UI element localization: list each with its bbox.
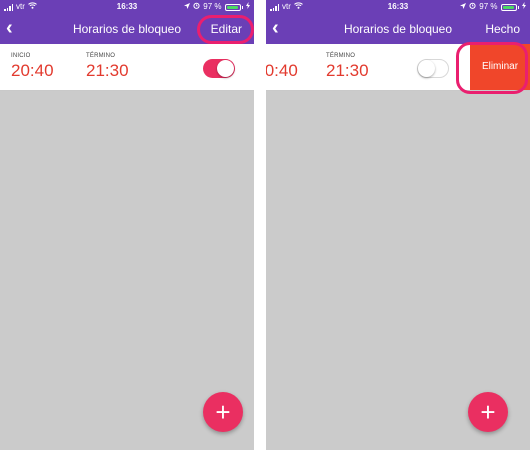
battery-icon — [224, 3, 241, 11]
charging-icon — [246, 0, 250, 14]
nav-bar: ‹ Horarios de bloqueo Hecho — [266, 14, 530, 44]
alarm-icon — [469, 0, 476, 14]
left-screen: vtr 16:33 97 % ‹ Horarios de bloqueo Edi… — [0, 0, 254, 450]
enable-toggle[interactable] — [417, 59, 449, 78]
toggle-knob — [217, 60, 234, 77]
start-time: :0:40 — [266, 61, 298, 80]
schedule-row[interactable]: INICIO 20:40 TÉRMINO 21:30 — [0, 44, 254, 91]
battery-percent: 97 % — [479, 2, 498, 11]
battery-percent: 97 % — [203, 2, 222, 11]
start-label: INICIO — [11, 53, 31, 59]
location-arrow-icon — [460, 0, 467, 14]
status-bar: vtr 16:33 97 % — [0, 0, 254, 14]
delete-button[interactable]: Eliminar — [470, 44, 530, 90]
location-arrow-icon — [184, 0, 191, 14]
status-right: 97 % — [184, 0, 250, 14]
end-label: TÉRMINO — [86, 53, 116, 59]
battery-icon — [500, 3, 517, 11]
enable-toggle[interactable] — [203, 59, 235, 78]
edit-button[interactable]: Editar — [211, 14, 242, 44]
toggle-knob — [418, 60, 435, 77]
nav-bar: ‹ Horarios de bloqueo Editar — [0, 14, 254, 44]
end-time: 21:30 — [86, 61, 129, 80]
start-cell: INICIO 20:40 — [11, 53, 54, 81]
status-right: 97 % — [460, 0, 526, 14]
start-time: 20:40 — [11, 61, 54, 80]
end-label: TÉRMINO — [326, 53, 356, 59]
charging-icon — [522, 0, 526, 14]
right-screen: vtr 16:33 97 % ‹ Horarios de bloqueo Hec… — [266, 0, 530, 450]
status-bar: vtr 16:33 97 % — [266, 0, 530, 14]
done-button[interactable]: Hecho — [485, 14, 520, 44]
add-button[interactable]: + — [468, 392, 508, 432]
alarm-icon — [193, 0, 200, 14]
end-cell: TÉRMINO 21:30 — [86, 53, 129, 81]
end-time: 21:30 — [326, 61, 369, 80]
battery-tip — [517, 5, 519, 9]
add-button[interactable]: + — [203, 392, 243, 432]
battery-tip — [241, 5, 243, 9]
start-cell: :0:40 — [266, 53, 298, 81]
schedule-row[interactable]: :0:40 TÉRMINO 21:30 Eliminar — [266, 44, 530, 91]
end-cell: TÉRMINO 21:30 — [326, 53, 369, 81]
